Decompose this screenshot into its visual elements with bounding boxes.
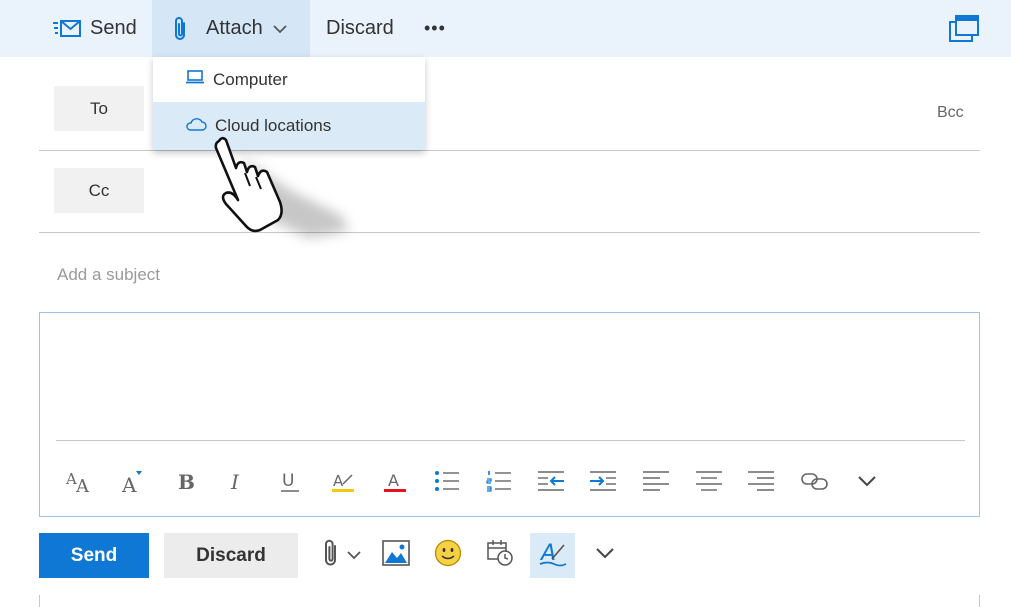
align-left-icon [642, 469, 670, 493]
chevron-down-icon [273, 24, 287, 34]
menu-item-computer[interactable]: Computer [153, 57, 425, 102]
compose-border-right [979, 595, 980, 607]
svg-text:B: B [178, 470, 195, 493]
svg-text:I: I [230, 470, 240, 493]
message-body-editor[interactable]: A A A B I U A A [39, 312, 980, 517]
to-button[interactable]: To [54, 86, 144, 131]
cc-field-divider [39, 232, 980, 233]
svg-text:A: A [121, 473, 137, 494]
bcc-button[interactable]: Bcc [937, 104, 964, 122]
insert-picture-button[interactable] [376, 533, 416, 578]
italic-icon: I [227, 469, 249, 493]
calendar-clock-icon [486, 539, 514, 572]
underline-button[interactable]: U [270, 461, 310, 501]
attach-command[interactable]: Attach [152, 0, 310, 57]
insert-link-button[interactable] [795, 461, 835, 501]
attach-file-button[interactable] [314, 533, 370, 578]
align-center-icon [695, 469, 723, 493]
highlight-button[interactable]: A [323, 461, 363, 501]
align-right-icon [747, 469, 775, 493]
bold-button[interactable]: B [166, 461, 206, 501]
picture-icon [382, 540, 410, 571]
cc-label: Cc [88, 180, 110, 200]
discard-command-label: Discard [326, 17, 394, 39]
to-field-divider [39, 150, 980, 151]
svg-text:A: A [75, 476, 90, 494]
chevron-down-icon [346, 547, 362, 565]
paperclip-icon [172, 16, 190, 42]
send-mail-icon [52, 18, 82, 40]
font-size-icon: A A [64, 468, 94, 494]
font-color-icon: A [382, 468, 408, 494]
italic-button[interactable]: I [218, 461, 258, 501]
decrease-indent-icon [537, 469, 565, 493]
highlight-icon: A [330, 468, 356, 494]
font-color-button[interactable]: A [375, 461, 415, 501]
chevron-down-icon [857, 474, 877, 488]
chevron-down-icon [595, 546, 615, 565]
menu-item-label: Computer [213, 69, 288, 89]
compose-border-left [39, 595, 40, 607]
decrease-indent-button[interactable] [531, 461, 571, 501]
pop-out-button[interactable] [948, 14, 980, 44]
font-size-button[interactable]: A A [59, 461, 99, 501]
ellipsis-icon: ••• [424, 18, 446, 38]
discard-command[interactable]: Discard [326, 0, 394, 57]
align-center-button[interactable] [689, 461, 729, 501]
svg-text:U: U [282, 471, 294, 491]
more-options-button[interactable]: ••• [424, 0, 446, 57]
bullets-button[interactable] [427, 461, 467, 501]
insert-emoji-button[interactable] [428, 533, 468, 578]
bold-icon: B [175, 469, 197, 493]
send-command-label: Send [90, 17, 137, 39]
more-formatting-button[interactable] [847, 461, 887, 501]
send-button[interactable]: Send [39, 533, 149, 578]
discard-button[interactable]: Discard [164, 533, 298, 578]
cc-button[interactable]: Cc [54, 168, 144, 213]
command-bar: Send Attach Discard ••• [0, 0, 1011, 57]
grow-font-icon: A [119, 468, 145, 494]
laptop-icon [185, 69, 205, 90]
paperclip-icon [322, 538, 340, 573]
format-text-icon: A [538, 537, 568, 574]
increase-indent-icon [589, 469, 617, 493]
pop-out-icon [948, 15, 980, 48]
align-right-button[interactable] [741, 461, 781, 501]
underline-icon: U [278, 468, 302, 494]
schedule-send-button[interactable] [480, 533, 520, 578]
emoji-icon [434, 539, 462, 572]
send-command[interactable]: Send [52, 0, 137, 57]
increase-indent-button[interactable] [583, 461, 623, 501]
svg-text:A: A [333, 472, 344, 490]
numbering-button[interactable] [479, 461, 519, 501]
svg-text:A: A [388, 471, 399, 490]
more-actions-button[interactable] [588, 533, 622, 578]
link-icon [800, 470, 830, 492]
align-left-button[interactable] [636, 461, 676, 501]
numbering-icon [486, 469, 512, 493]
bullets-icon [434, 469, 460, 493]
subject-input[interactable]: Add a subject [57, 265, 160, 285]
grow-font-button[interactable]: A [112, 461, 152, 501]
to-label: To [90, 98, 108, 118]
attach-command-label: Attach [206, 17, 263, 39]
hand-pointer-cursor-icon [200, 130, 370, 250]
format-toolbar: A A A B I U A A [40, 441, 979, 517]
formatting-options-button[interactable]: A [530, 533, 575, 578]
